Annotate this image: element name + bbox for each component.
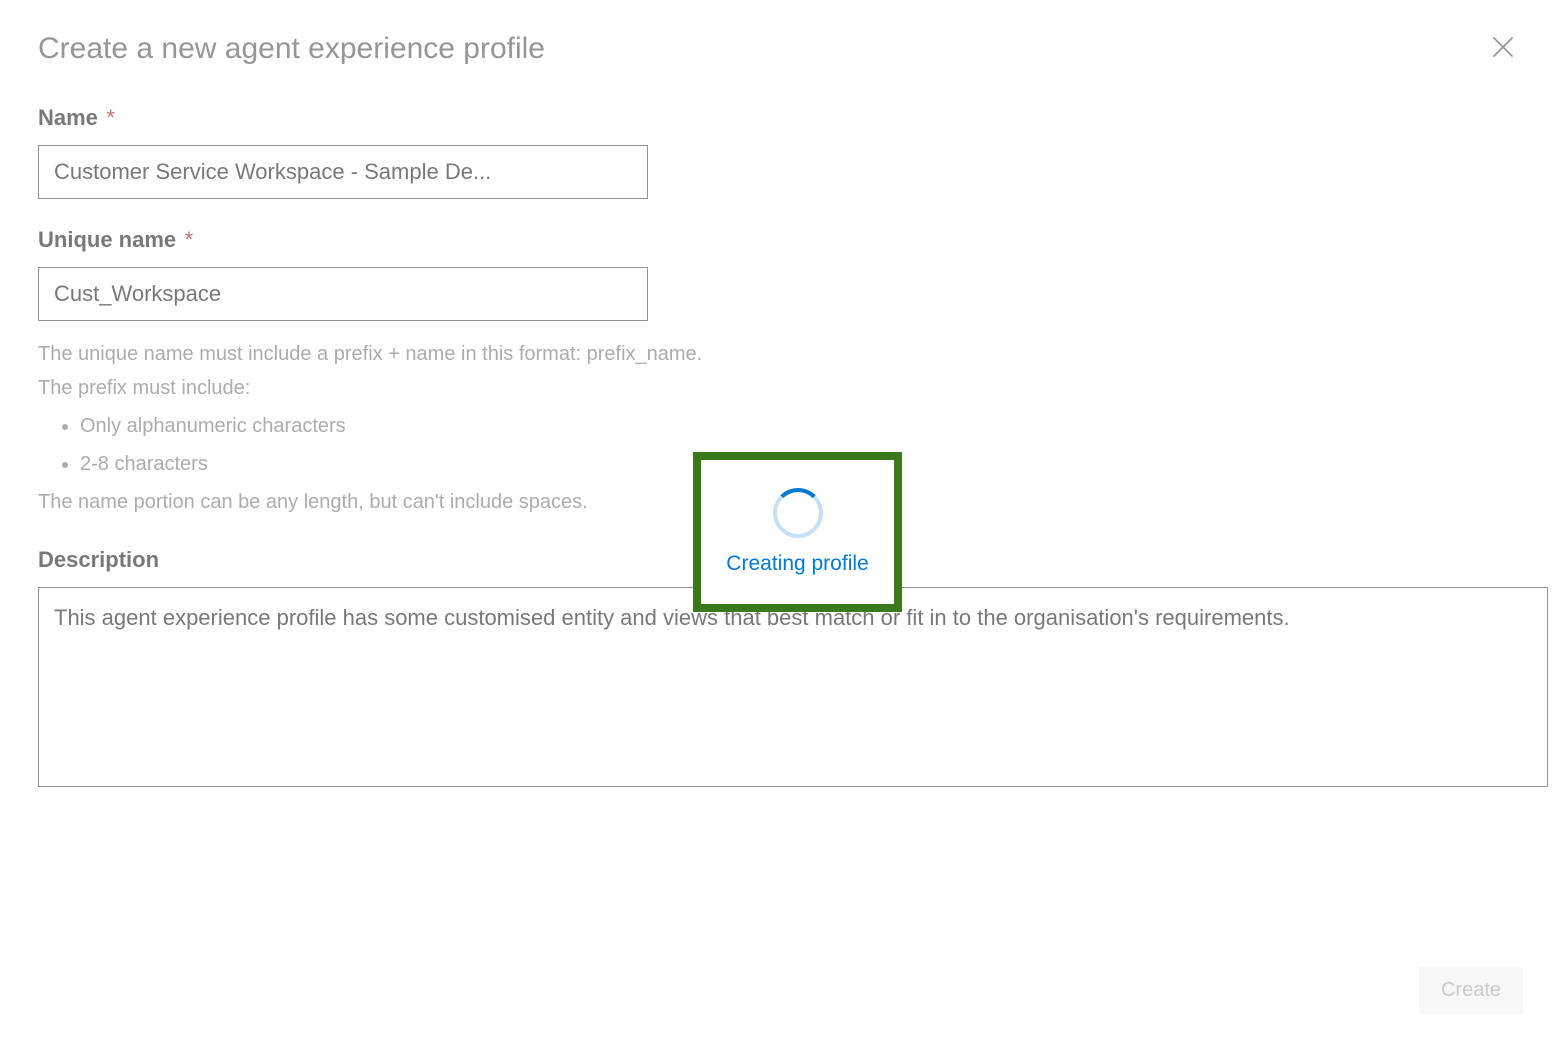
create-profile-panel: Create a new agent experience profile Na… — [0, 0, 1558, 1044]
unique-name-field-group: Unique name * — [38, 227, 1520, 321]
loading-indicator: Creating profile — [693, 452, 902, 612]
required-indicator: * — [106, 105, 115, 130]
create-button[interactable]: Create — [1419, 967, 1523, 1014]
panel-header: Create a new agent experience profile — [38, 30, 1520, 67]
description-textarea[interactable] — [38, 587, 1548, 787]
helper-line-2: The prefix must include: — [38, 371, 1520, 405]
name-label-row: Name * — [38, 105, 1520, 145]
name-label: Name — [38, 105, 98, 131]
required-indicator: * — [185, 227, 194, 252]
helper-line-1: The unique name must include a prefix + … — [38, 337, 1520, 371]
unique-name-label: Unique name — [38, 227, 176, 253]
panel-title: Create a new agent experience profile — [38, 32, 545, 66]
unique-name-label-row: Unique name * — [38, 227, 1520, 267]
close-icon — [1492, 36, 1514, 61]
unique-name-input[interactable] — [38, 267, 648, 321]
name-field-group: Name * — [38, 105, 1520, 199]
helper-bullet-1: Only alphanumeric characters — [80, 407, 1520, 445]
close-button[interactable] — [1486, 30, 1520, 67]
spinner-icon — [773, 488, 823, 538]
name-input[interactable] — [38, 145, 648, 199]
loading-text: Creating profile — [726, 552, 868, 576]
